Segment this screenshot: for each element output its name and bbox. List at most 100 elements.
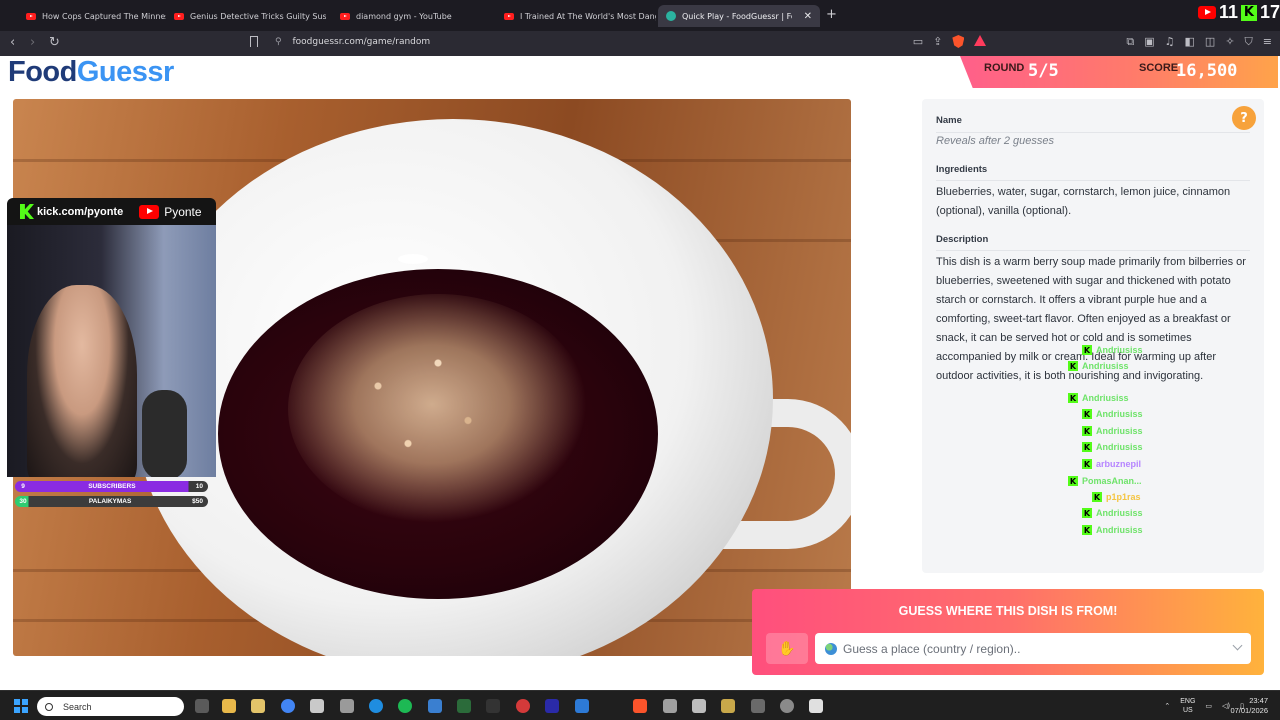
browser-tab[interactable]: How Cops Captured The Minnesota (18, 5, 166, 27)
ingredients-text: Blueberries, water, sugar, cornstarch, l… (936, 186, 1231, 217)
subscriber-goal-bar: 9 SUBSCRIBERS 10 (15, 481, 208, 492)
bookmark-icon[interactable] (250, 36, 258, 47)
new-tab-button[interactable]: + (826, 7, 837, 22)
kick-badge-icon: K (1068, 361, 1078, 371)
spotify-icon[interactable] (398, 699, 412, 713)
chrome-icon[interactable] (281, 699, 295, 713)
logo-guessr: Guessr (76, 56, 174, 88)
foodguessr-logo[interactable]: FoodGuessr (8, 56, 174, 89)
file-explorer-icon[interactable] (222, 699, 236, 713)
app-icon[interactable] (516, 699, 530, 713)
app-icon[interactable] (692, 699, 706, 713)
chat-message: K Andriusiss (1068, 360, 1133, 372)
guess-input[interactable]: Guess a place (country / region).. (815, 633, 1251, 664)
share-icon[interactable]: ⇪ (933, 35, 942, 49)
chat-message: Kp1p1ras (1092, 491, 1145, 503)
edge-icon[interactable] (369, 699, 383, 713)
app-icon[interactable] (751, 699, 765, 713)
chat-message: K Andriusiss (1068, 392, 1133, 404)
brave-shields-icon[interactable] (952, 35, 965, 48)
app-icon[interactable] (310, 699, 324, 713)
menu-icon[interactable]: ≡ (1263, 35, 1272, 49)
guess-placeholder: Guess a place (country / region).. (843, 641, 1021, 656)
forward-icon[interactable]: › (30, 35, 35, 50)
premiere-icon[interactable] (545, 699, 559, 713)
goal-current: 30 (19, 498, 27, 505)
language-indicator[interactable]: ENG US (1180, 697, 1195, 715)
reload-icon[interactable]: ↻ (49, 35, 60, 50)
chevron-up-icon[interactable]: ⌃ (1164, 702, 1170, 710)
browser-tab-bar: How Cops Captured The Minnesota Genius D… (0, 0, 1280, 31)
browser-tab[interactable]: diamond gym - YouTube (332, 5, 492, 27)
chat-username: arbuznepil (1096, 459, 1142, 469)
network-icon[interactable]: ▭ (1205, 702, 1212, 710)
streamer-webcam (7, 225, 216, 477)
brave-icon[interactable] (633, 699, 647, 713)
chat-message: K Andriusiss (1082, 441, 1147, 453)
help-button[interactable]: ? (1232, 106, 1256, 130)
leo-ai-icon[interactable]: ✧ (1225, 35, 1234, 49)
chat-message: K Andriusiss (1082, 425, 1147, 437)
tab-title: Genius Detective Tricks Guilty Suspe (190, 11, 326, 21)
task-view-icon[interactable] (195, 699, 209, 713)
kick-badge-icon: K (1082, 525, 1092, 535)
kick-badge-icon: K (1082, 459, 1092, 469)
chat-message: K Andriusiss (1082, 408, 1147, 420)
shield-icon[interactable]: ⛉ (1245, 35, 1253, 49)
close-icon[interactable]: ✕ (804, 11, 812, 22)
app-icon[interactable] (251, 699, 265, 713)
windows-taskbar: Search ⌃ ENG US ▭ ◁) ▯ 23:47 07/01/2026 (0, 690, 1280, 720)
app-icon[interactable] (663, 699, 677, 713)
kick-badge-icon: K (1082, 442, 1092, 452)
youtube-icon (174, 12, 184, 20)
browser-tab[interactable]: Genius Detective Tricks Guilty Suspe (166, 5, 326, 27)
clock-date: 07/01/2026 (1230, 706, 1268, 715)
media-icon[interactable]: ♫ (1165, 35, 1175, 49)
browser-tab-active[interactable]: Quick Play - FoodGuessr | Food ✕ (658, 5, 820, 27)
app-icon[interactable] (575, 699, 589, 713)
chat-username: Andriusiss (1096, 508, 1143, 518)
app-icon[interactable] (428, 699, 442, 713)
chat-username: Andriusiss (1096, 442, 1143, 452)
sidebar-icon[interactable]: ◧ (1185, 35, 1195, 49)
description-heading: Description (936, 234, 989, 245)
app-icon[interactable] (340, 699, 354, 713)
round-score-bar: ROUND 5/5 SCORE 16,500 (960, 56, 1278, 88)
extensions-icon[interactable]: ⧉ (1126, 35, 1134, 49)
guess-panel: GUESS WHERE THIS DISH IS FROM! ✋ Guess a… (752, 589, 1264, 675)
chat-username: Andriusiss (1096, 409, 1143, 419)
taskbar-search[interactable]: Search (37, 697, 184, 716)
kick-viewer-count: 17 (1259, 2, 1280, 22)
goal-label: SUBSCRIBERS (88, 483, 136, 490)
soup-highlight (398, 254, 428, 264)
kick-badge-icon: K (1068, 476, 1078, 486)
app-icon[interactable] (809, 699, 823, 713)
goal-label: PALAIKYMAS (88, 498, 132, 505)
app-icon[interactable] (457, 699, 471, 713)
steam-icon[interactable] (780, 699, 794, 713)
app-icon[interactable] (486, 699, 500, 713)
hint-button[interactable]: ✋ (766, 633, 808, 664)
vpn-icon[interactable]: ◫ (1205, 35, 1215, 49)
goal-target: $50 (192, 498, 203, 505)
clock[interactable]: 23:47 07/01/2026 (1230, 696, 1268, 716)
site-info-icon[interactable]: ⚲ (275, 37, 282, 47)
stream-counter-overlay: 11 K 17 (1197, 2, 1280, 23)
volume-icon[interactable]: ◁) (1222, 702, 1230, 710)
back-icon[interactable]: ‹ (10, 35, 15, 50)
browser-tab[interactable]: I Trained At The World's Most Dange (496, 5, 656, 27)
screenshot-icon[interactable]: ▭ (913, 35, 923, 49)
youtube-icon (340, 12, 350, 20)
app-icon[interactable] (721, 699, 735, 713)
foodguessr-page: FoodGuessr ROUND 5/5 SCORE 16,500 kick.c… (0, 56, 1280, 690)
question-icon: ? (1240, 110, 1248, 126)
chevron-down-icon[interactable] (1232, 640, 1243, 651)
address-bar: ‹ › ↻ ⚲ foodguessr.com/game/random ▭ ⇪ ⧉… (0, 31, 1280, 56)
url-field[interactable]: ⚲ foodguessr.com/game/random (275, 37, 430, 47)
kick-icon: K (1240, 4, 1257, 21)
lang-code: ENG (1180, 698, 1196, 705)
wallet-icon[interactable]: ▣ (1144, 35, 1154, 49)
brave-rewards-icon[interactable] (974, 35, 987, 46)
windows-start-icon[interactable] (14, 699, 28, 713)
coconut-topping (288, 294, 588, 524)
